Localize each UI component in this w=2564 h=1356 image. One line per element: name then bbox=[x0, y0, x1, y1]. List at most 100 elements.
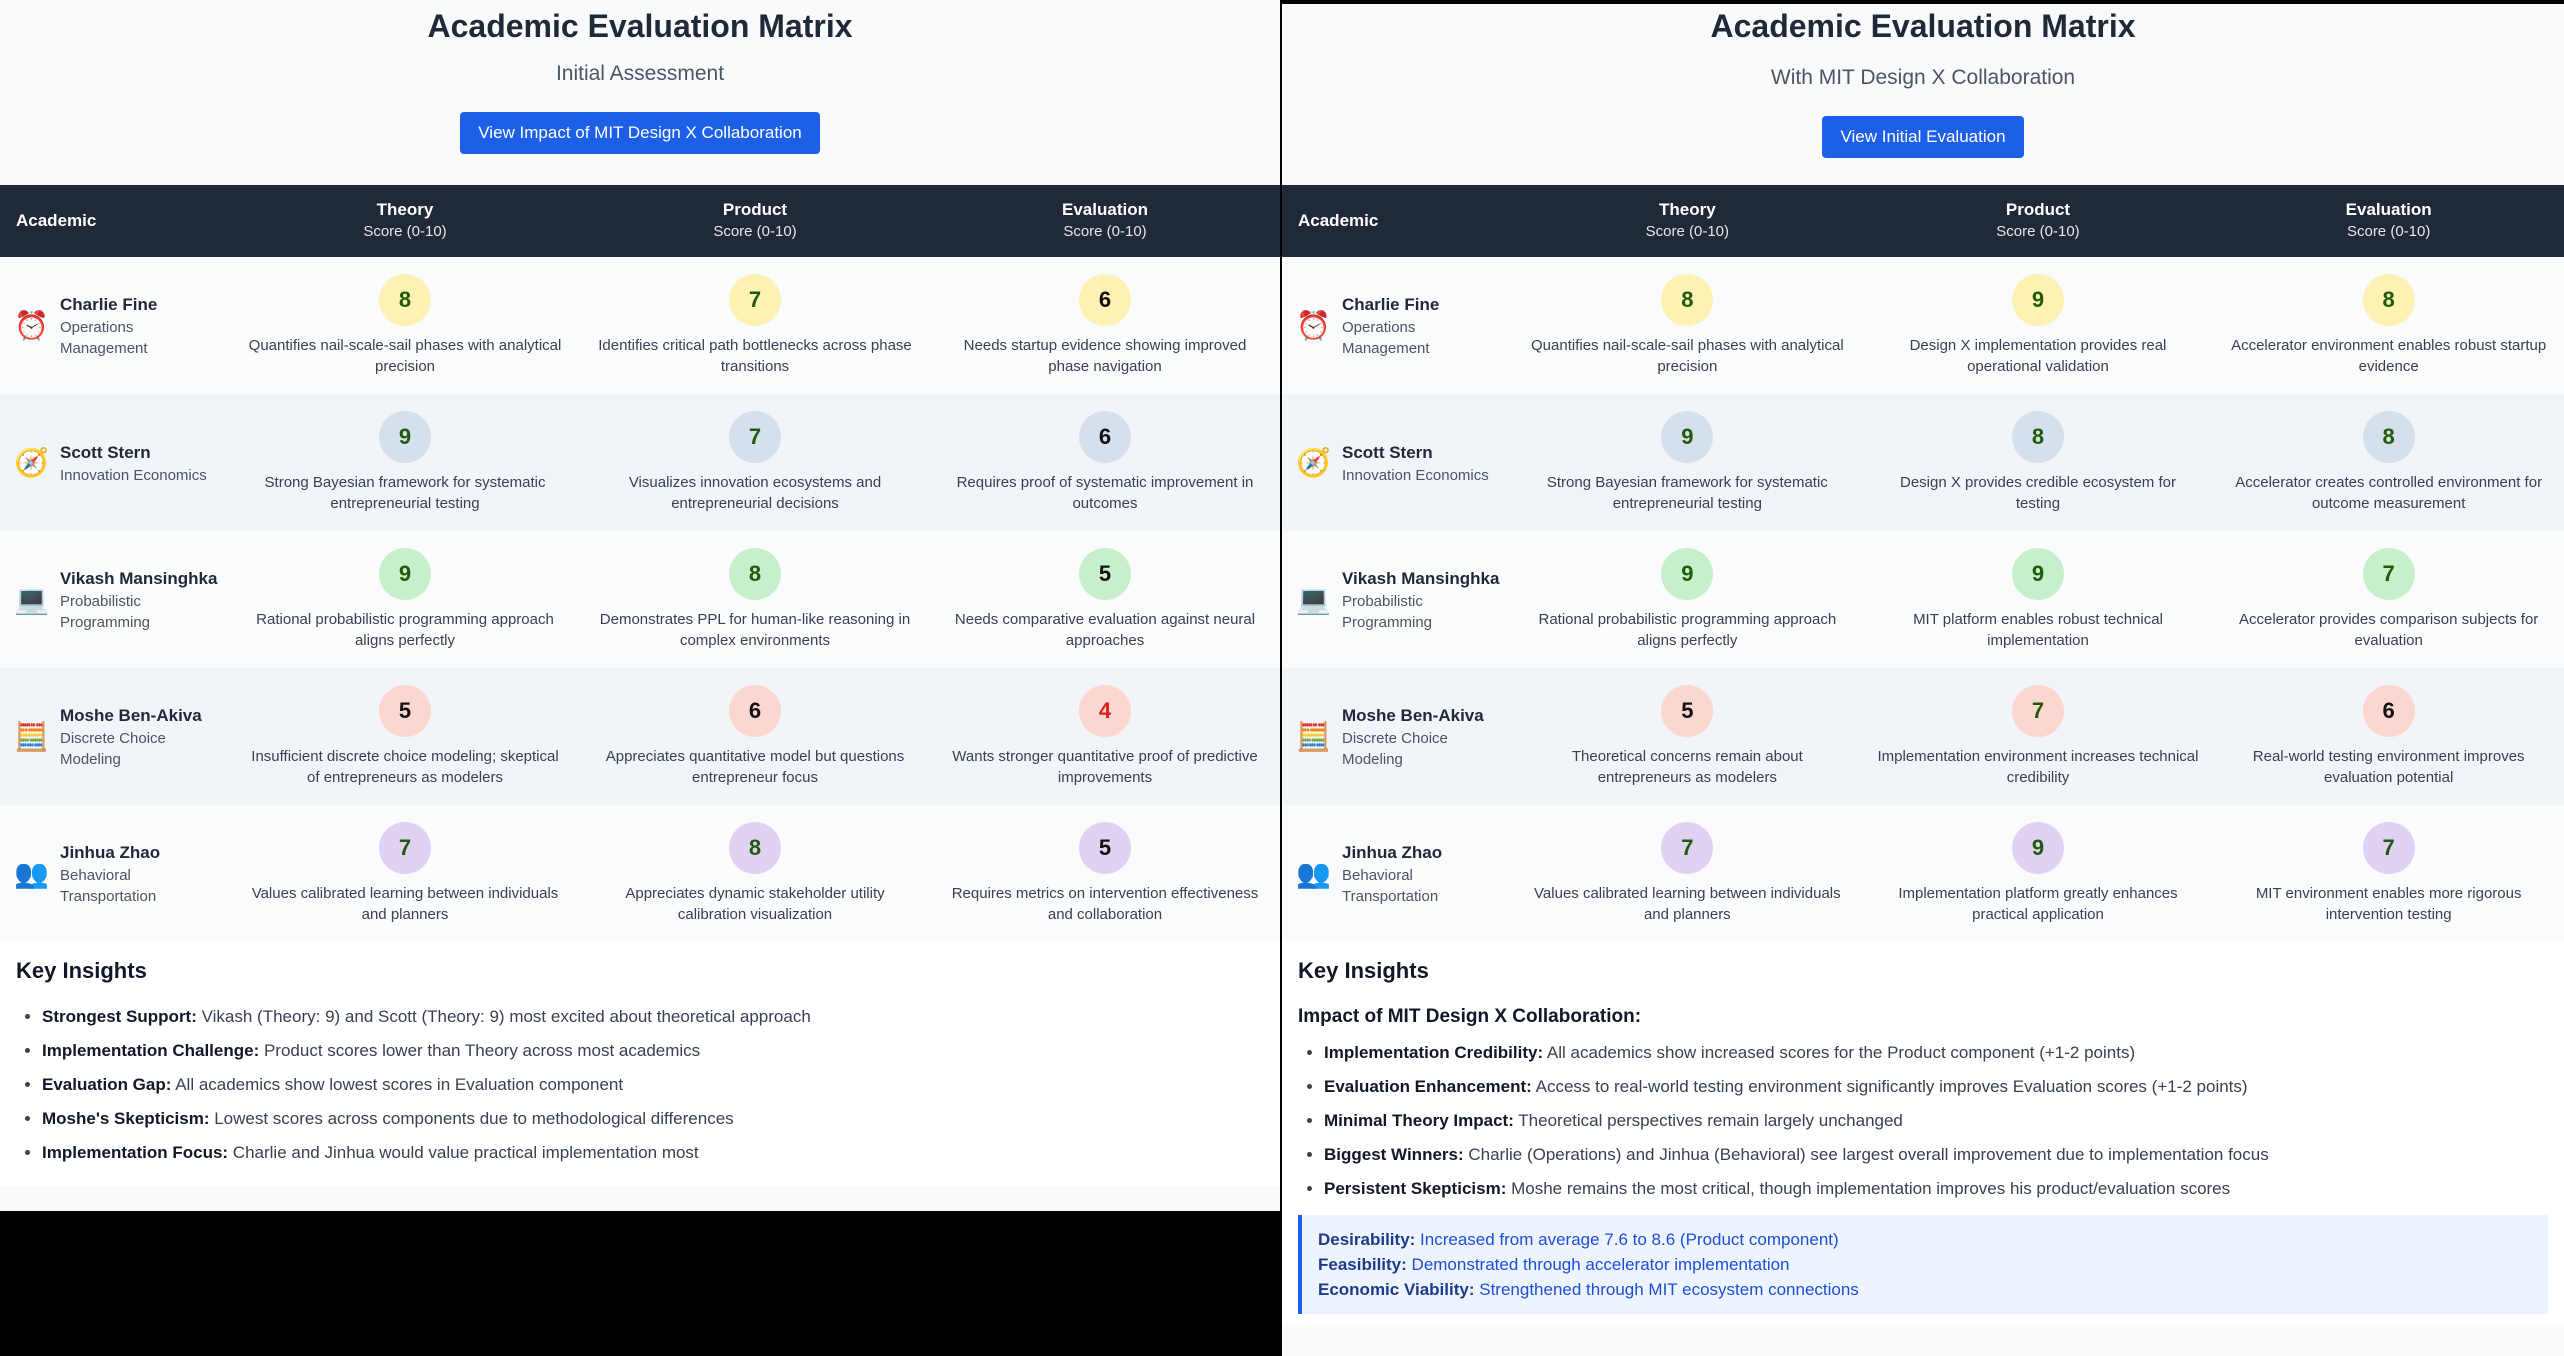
evaluation-score-badge: 5 bbox=[1079, 548, 1131, 600]
evaluation-score-badge: 7 bbox=[2362, 822, 2415, 874]
product-cell: 9 Implementation platform greatly enhance… bbox=[1863, 805, 2214, 942]
evaluation-comment: Needs comparative evaluation against neu… bbox=[954, 611, 1256, 649]
insights-subheading: Impact of MIT Design X Collaboration: bbox=[1298, 1006, 1642, 1027]
header-evaluation-label: Evaluation bbox=[1062, 200, 1148, 219]
theory-score-badge: 7 bbox=[1661, 822, 1714, 874]
theory-cell: 7 Values calibrated learning between indi… bbox=[1512, 805, 1863, 942]
header-product: Product Score (0-10) bbox=[580, 185, 930, 257]
product-score-badge: 8 bbox=[729, 822, 781, 874]
insight-text: Vikash (Theory: 9) and Scott (Theory: 9)… bbox=[196, 1007, 811, 1026]
header-theory-label: Theory bbox=[1658, 200, 1716, 219]
product-cell: 6 Appreciates quantitative model but ques… bbox=[580, 668, 930, 805]
theory-comment: Rational probabilistic programming appro… bbox=[1538, 611, 1837, 649]
summary-line: Desirability: Increased from average 7.6… bbox=[1318, 1227, 2532, 1252]
product-comment: Visualizes innovation ecosystems and ent… bbox=[628, 474, 882, 512]
laptop-icon: 💻 bbox=[1296, 583, 1331, 615]
header-theory-range: Score (0-10) bbox=[363, 223, 447, 240]
academic-cell: 🧭 Scott Stern Innovation Economics bbox=[1282, 394, 1512, 531]
evaluation-cell: 8 Accelerator environment enables robust … bbox=[2213, 257, 2564, 394]
insight-text: Access to real-world testing environment… bbox=[1531, 1077, 2248, 1096]
insight-label: Biggest Winners: bbox=[1324, 1145, 1464, 1164]
evaluation-comment: Needs startup evidence showing improved … bbox=[963, 337, 1247, 375]
evaluation-matrix-table: Academic Theory Score (0-10) Product Score… bbox=[1282, 185, 2564, 942]
initial-assessment-panel: Academic Evaluation Matrix Initial Asses… bbox=[0, 0, 1280, 1211]
evaluation-score-badge: 6 bbox=[1079, 411, 1131, 463]
summary-label: Feasibility: bbox=[1318, 1255, 1407, 1274]
insight-label: Implementation Focus: bbox=[42, 1143, 229, 1162]
abacus-icon: 🧮 bbox=[14, 720, 49, 752]
table-header-row: Academic Theory Score (0-10) Product Score… bbox=[0, 185, 1280, 257]
people-icon: 👥 bbox=[14, 857, 49, 889]
page-title: Academic Evaluation Matrix bbox=[427, 8, 853, 44]
evaluation-comment: Accelerator creates controlled environme… bbox=[2235, 474, 2543, 512]
academic-cell: 🧭 Scott Stern Innovation Economics bbox=[0, 394, 230, 531]
insights-list: Strongest Support: Vikash (Theory: 9) an… bbox=[16, 1006, 1264, 1163]
evaluation-cell: 5 Requires metrics on intervention effect… bbox=[930, 805, 1280, 942]
header-product-range: Score (0-10) bbox=[713, 223, 797, 240]
header-theory: Theory Score (0-10) bbox=[1512, 185, 1863, 257]
header-evaluation: Evaluation Score (0-10) bbox=[2213, 185, 2564, 257]
evaluation-score-badge: 8 bbox=[2362, 274, 2415, 326]
insights-heading: Key Insights bbox=[16, 958, 147, 983]
header-product-range: Score (0-10) bbox=[1996, 223, 2080, 240]
table-row: ⏰ Charlie Fine Operations Management 8 Qu… bbox=[0, 257, 1280, 394]
page-subtitle: With MIT Design X Collaboration bbox=[1770, 66, 2076, 89]
compass-icon: 🧭 bbox=[14, 446, 49, 478]
evaluation-comment: MIT environment enables more rigorous in… bbox=[2255, 885, 2522, 923]
academic-field: Operations Management bbox=[60, 319, 148, 357]
header-product-label: Product bbox=[2005, 200, 2071, 219]
alarm-clock-icon: ⏰ bbox=[14, 309, 49, 341]
product-score-badge: 8 bbox=[729, 548, 781, 600]
insight-text: Charlie (Operations) and Jinhua (Behavio… bbox=[1463, 1145, 2269, 1164]
theory-comment: Strong Bayesian framework for systematic… bbox=[264, 474, 546, 512]
academic-name: Scott Stern bbox=[1342, 442, 1433, 462]
theory-comment: Values calibrated learning between indiv… bbox=[1534, 885, 1841, 923]
list-item: Biggest Winners: Charlie (Operations) an… bbox=[1324, 1144, 2548, 1165]
product-score-badge: 7 bbox=[2011, 685, 2064, 737]
summary-text: Strengthened through MIT ecosystem conne… bbox=[1474, 1280, 1859, 1299]
header-theory-range: Score (0-10) bbox=[1645, 223, 1730, 240]
theory-cell: 9 Strong Bayesian framework for systemati… bbox=[230, 394, 580, 531]
product-comment: Implementation platform greatly enhances… bbox=[1898, 885, 2178, 923]
insight-label: Evaluation Gap: bbox=[42, 1075, 172, 1094]
evaluation-matrix-table: Academic Theory Score (0-10) Product Score… bbox=[0, 185, 1280, 942]
page-title: Academic Evaluation Matrix bbox=[1710, 8, 2136, 44]
key-insights-section: Key Insights Strongest Support: Vikash (… bbox=[0, 942, 1280, 1186]
summary-callout: Desirability: Increased from average 7.6… bbox=[1298, 1215, 2548, 1314]
header-theory: Theory Score (0-10) bbox=[230, 185, 580, 257]
theory-cell: 5 Theoretical concerns remain about entre… bbox=[1512, 668, 1863, 805]
header-evaluation-label: Evaluation bbox=[2345, 200, 2432, 219]
academic-name: Jinhua Zhao bbox=[60, 843, 161, 862]
insight-text: Theoretical perspectives remain largely … bbox=[1513, 1111, 1903, 1130]
table-header-row: Academic Theory Score (0-10) Product Score… bbox=[1282, 185, 2564, 257]
product-score-badge: 6 bbox=[729, 685, 781, 737]
product-comment: Demonstrates PPL for human-like reasonin… bbox=[599, 611, 911, 649]
product-score-badge: 8 bbox=[2011, 411, 2064, 463]
product-comment: MIT platform enables robust technical im… bbox=[1913, 611, 2163, 649]
summary-text: Demonstrated through accelerator impleme… bbox=[1406, 1255, 1790, 1274]
theory-score-badge: 9 bbox=[1661, 411, 1714, 463]
table-row: 👥 Jinhua Zhao Behavioral Transportation … bbox=[1282, 805, 2564, 942]
table-row: 💻 Vikash Mansinghka Probabilistic Progra… bbox=[0, 531, 1280, 668]
product-cell: 7 Implementation environment increases te… bbox=[1863, 668, 2214, 805]
summary-text: Increased from average 7.6 to 8.6 (Produ… bbox=[1415, 1230, 1839, 1249]
product-cell: 7 Visualizes innovation ecosystems and en… bbox=[580, 394, 930, 531]
evaluation-cell: 5 Needs comparative evaluation against ne… bbox=[930, 531, 1280, 668]
header-evaluation-range: Score (0-10) bbox=[2346, 223, 2431, 240]
theory-comment: Quantifies nail-scale-sail phases with a… bbox=[248, 337, 562, 375]
academic-name: Charlie Fine bbox=[60, 295, 158, 314]
academic-field: Innovation Economics bbox=[1342, 466, 1489, 484]
academic-field: Probabilistic Programming bbox=[1342, 593, 1433, 631]
theory-cell: 8 Quantifies nail-scale-sail phases with … bbox=[1512, 257, 1863, 394]
evaluation-score-badge: 8 bbox=[2362, 411, 2415, 463]
people-icon: 👥 bbox=[1296, 857, 1331, 889]
academic-name: Vikash Mansinghka bbox=[60, 569, 218, 588]
list-item: Strongest Support: Vikash (Theory: 9) an… bbox=[42, 1006, 1264, 1027]
alarm-clock-icon: ⏰ bbox=[1296, 309, 1331, 341]
view-initial-evaluation-button[interactable]: View Initial Evaluation bbox=[1822, 116, 2024, 158]
view-impact-button[interactable]: View Impact of MIT Design X Collaboratio… bbox=[460, 112, 820, 154]
academic-name: Vikash Mansinghka bbox=[1342, 569, 1500, 588]
insight-text: Moshe remains the most critical, though … bbox=[1506, 1179, 2231, 1198]
list-item: Moshe's Skepticism: Lowest scores across… bbox=[42, 1108, 1264, 1129]
academic-cell: 💻 Vikash Mansinghka Probabilistic Progra… bbox=[0, 531, 230, 668]
